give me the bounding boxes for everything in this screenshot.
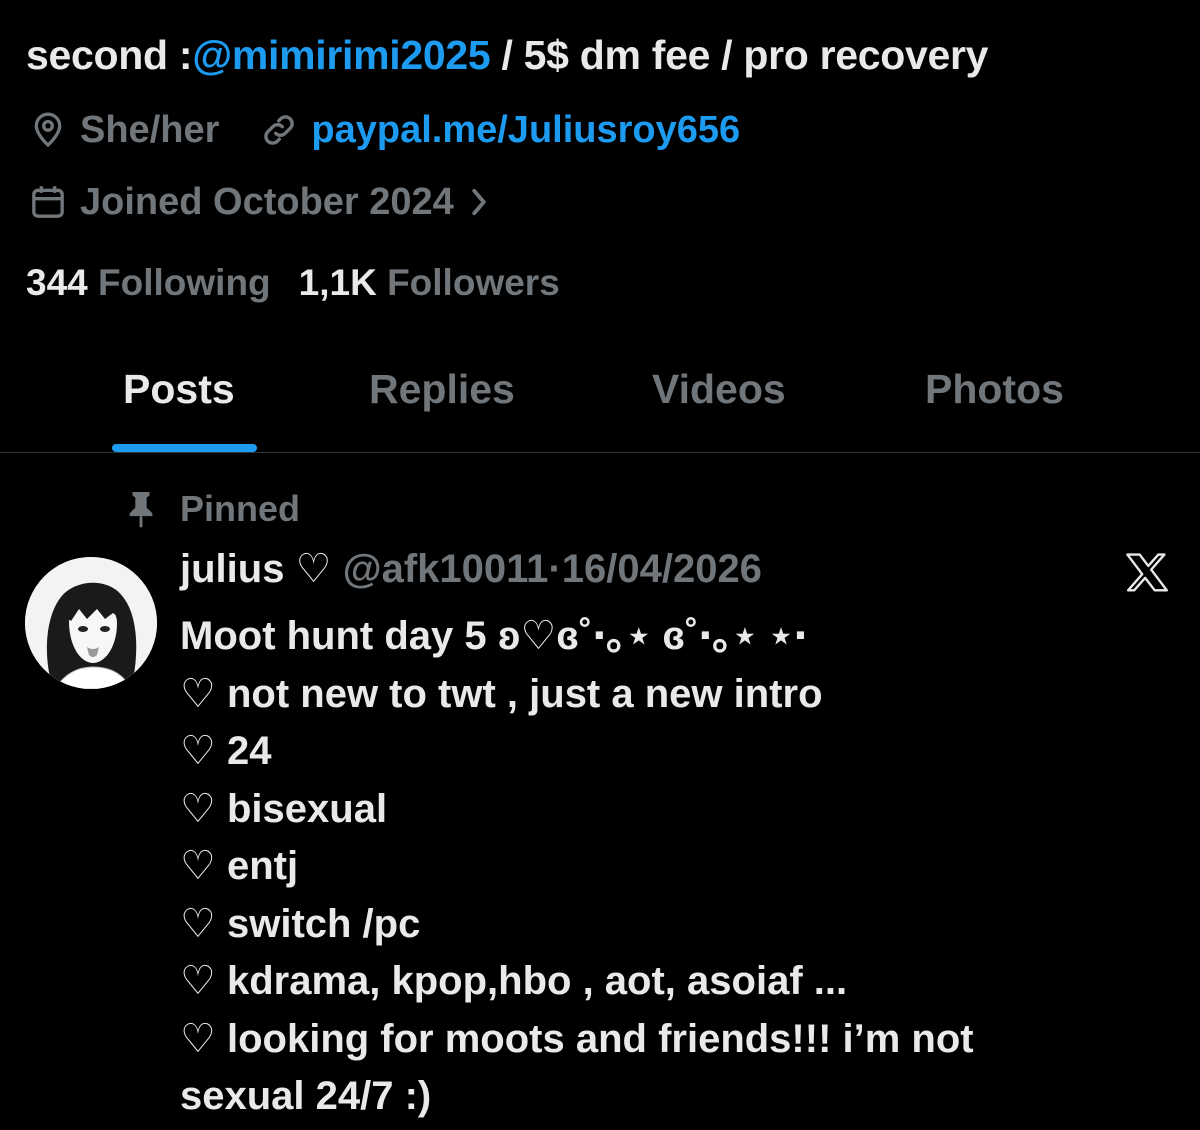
link-icon bbox=[257, 108, 301, 152]
tab-posts[interactable]: Posts bbox=[123, 366, 235, 413]
post-line: ♡ 24 bbox=[180, 729, 272, 773]
following-link[interactable]: 344 Following bbox=[26, 262, 271, 303]
joined-date-row[interactable]: Joined October 2024 bbox=[26, 180, 490, 224]
post-line: ♡ switch /pc bbox=[180, 901, 421, 946]
post-date[interactable]: 16/04/2026 bbox=[562, 547, 762, 591]
pushpin-icon bbox=[124, 489, 158, 529]
active-tab-indicator bbox=[112, 444, 257, 452]
x-logo-icon bbox=[1124, 550, 1170, 594]
profile-tabs: Posts Replies Videos Photos bbox=[0, 340, 1200, 452]
followers-label: Followers bbox=[387, 262, 560, 303]
post-line: Moot hunt day 5 ʚ♡ɞ˚‧｡⋆ ɞ˚‧｡⋆ ⋆‧ bbox=[180, 614, 808, 658]
follow-stats: 344 Following 1,1K Followers bbox=[26, 262, 560, 304]
chevron-right-icon bbox=[468, 186, 490, 218]
post-header: julius ♡ @afk10011·16/04/2026 bbox=[180, 546, 762, 592]
post-text: Moot hunt day 5 ʚ♡ɞ˚‧｡⋆ ɞ˚‧｡⋆ ⋆‧ ♡ not n… bbox=[180, 608, 1180, 1126]
post-line: ♡ kdrama, kpop,hbo , aot, asoiaf ... bbox=[180, 959, 848, 1003]
followers-count: 1,1K bbox=[298, 262, 377, 303]
followers-link[interactable]: 1,1K Followers bbox=[299, 262, 560, 303]
following-label: Following bbox=[98, 262, 271, 303]
tab-replies[interactable]: Replies bbox=[369, 366, 515, 413]
post-line: ♡ entj bbox=[180, 844, 299, 888]
profile-meta-row: She/her paypal.me/Juliusroy656 bbox=[26, 108, 740, 152]
bio-prefix: second : bbox=[26, 32, 193, 78]
profile-website-link[interactable]: paypal.me/Juliusroy656 bbox=[311, 109, 740, 152]
bio-mention-link[interactable]: @mimirimi2025 bbox=[192, 32, 490, 78]
avatar[interactable] bbox=[25, 557, 157, 689]
calendar-icon bbox=[26, 180, 70, 224]
joined-date-text: Joined October 2024 bbox=[80, 180, 454, 223]
tabs-divider bbox=[0, 452, 1200, 453]
post-line: ♡ looking for moots and friends!!! i’m n… bbox=[180, 1016, 974, 1061]
pinned-indicator: Pinned bbox=[124, 488, 300, 530]
pinned-label: Pinned bbox=[180, 488, 301, 529]
tab-videos[interactable]: Videos bbox=[652, 366, 786, 413]
post-line: ♡ not new to twt , just a new intro bbox=[180, 671, 823, 716]
post-line: ♡ bisexual bbox=[180, 786, 388, 831]
author-handle[interactable]: @afk10011 bbox=[343, 547, 549, 591]
bio-suffix: / 5$ dm fee / pro recovery bbox=[490, 32, 989, 78]
pronouns-text: She/her bbox=[80, 108, 220, 151]
author-name[interactable]: julius ♡ bbox=[180, 547, 331, 591]
following-count: 344 bbox=[26, 262, 88, 303]
tab-photos[interactable]: Photos bbox=[925, 366, 1064, 413]
location-pin-icon bbox=[26, 108, 70, 152]
profile-bio: second :@mimirimi2025 / 5$ dm fee / pro … bbox=[26, 32, 988, 79]
header-separator: · bbox=[548, 547, 562, 591]
post-line: sexual 24/7 :) bbox=[180, 1074, 432, 1118]
